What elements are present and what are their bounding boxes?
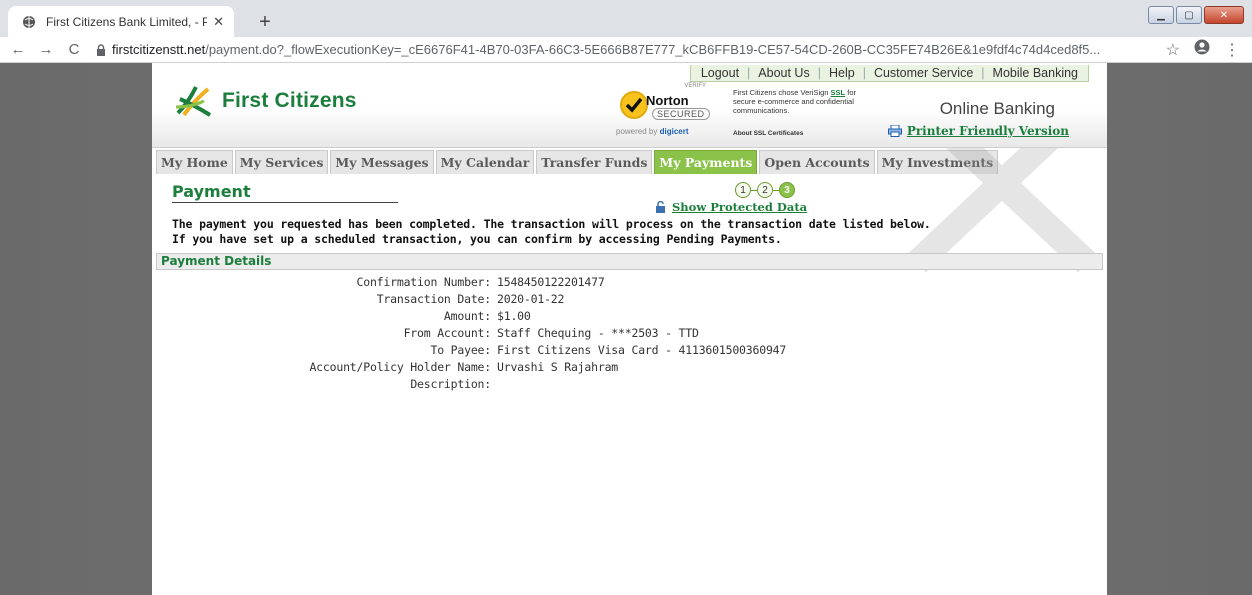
detail-row: To Payee: First Citizens Visa Card - 4113… [172, 341, 1087, 358]
bank-page: Logout | About Us | Help | Customer Serv… [152, 63, 1107, 595]
menu-item-transfer-funds[interactable]: Transfer Funds [536, 150, 653, 174]
menu-item-my-payments[interactable]: My Payments [654, 150, 758, 174]
url-path: /payment.do?_flowExecutionKey=_cE6676F41… [205, 42, 1101, 57]
step-3: 3 [779, 182, 795, 198]
ssl-text-prefix: First Citizens chose VeriSign [733, 88, 831, 97]
menu-item-my-investments[interactable]: My Investments [876, 150, 999, 174]
detail-value: Urvashi S Rajahram [497, 359, 619, 374]
show-protected-data-text: Show Protected Data [672, 200, 808, 214]
ssl-notice: First Citizens chose VeriSign SSL for se… [733, 88, 873, 115]
menu-item-my-calendar[interactable]: My Calendar [435, 150, 535, 174]
detail-value: 2020-01-22 [497, 291, 565, 306]
message-line-1: The payment you requested has been compl… [172, 217, 931, 231]
detail-row: Confirmation Number: 1548450122201477 [172, 273, 1087, 290]
browser-navbar: ← → C firstcitizenstt.net/payment.do?_fl… [0, 37, 1252, 63]
address-bar[interactable]: firstcitizenstt.net/payment.do?_flowExec… [94, 39, 1166, 61]
norton-secured: SECURED [652, 108, 710, 120]
tab-title: First Citizens Bank Limited, - Pay [46, 14, 208, 29]
message-line-2: If you have set up a scheduled transacti… [172, 232, 782, 246]
norton-powered-by: powered by digicert [616, 127, 689, 136]
close-window-button[interactable]: ✕ [1204, 6, 1244, 24]
lock-icon[interactable] [94, 43, 108, 56]
profile-icon[interactable] [1194, 39, 1210, 60]
about-us-link[interactable]: About Us [758, 66, 809, 80]
browser-menu-icon[interactable]: ⋮ [1224, 40, 1240, 60]
detail-label: From Account: [403, 325, 492, 340]
main-menu: My Home My Services My Messages My Calendar… [152, 148, 1107, 174]
digicert-text: digicert [659, 127, 689, 136]
norton-check-icon [620, 91, 648, 119]
detail-row: Transaction Date: 2020-01-22 [172, 290, 1087, 307]
page-title: Payment [172, 182, 398, 203]
step-indicator: 123 [735, 182, 795, 198]
detail-label: Description: [410, 376, 491, 391]
tab-close-icon[interactable]: ✕ [213, 14, 224, 30]
about-ssl-link[interactable]: About SSL Certificates [733, 130, 803, 137]
norton-verify-text: VERIFY [684, 83, 706, 89]
powered-by-text: powered by [616, 127, 660, 136]
page-viewport: Logout | About Us | Help | Customer Serv… [0, 63, 1252, 595]
norton-name: Norton [646, 93, 689, 108]
url-domain: firstcitizenstt.net [112, 42, 206, 57]
printer-icon [887, 125, 902, 137]
step-1: 1 [735, 182, 751, 198]
completion-message: The payment you requested has been compl… [172, 217, 1087, 247]
maximize-button[interactable]: ▢ [1176, 6, 1202, 24]
forward-button[interactable]: → [32, 41, 60, 58]
detail-label: To Payee: [430, 342, 491, 357]
help-link[interactable]: Help [829, 66, 855, 80]
detail-row: Account/Policy Holder Name: Urvashi S Raj… [172, 358, 1087, 375]
bank-logo[interactable]: First Citizens [174, 81, 357, 121]
online-banking-title: Online Banking [939, 99, 1055, 118]
printer-friendly-link[interactable]: Printer Friendly Version [887, 124, 1069, 138]
detail-row: Description: [172, 375, 1087, 392]
menu-item-my-home[interactable]: My Home [156, 150, 233, 174]
minimize-button[interactable]: ▁ [1148, 6, 1174, 24]
payment-details: Confirmation Number: 1548450122201477 Tran… [172, 273, 1087, 392]
detail-value: 1548450122201477 [497, 274, 605, 289]
detail-label: Confirmation Number: [356, 274, 492, 289]
bookmark-star-icon[interactable]: ☆ [1166, 40, 1180, 60]
detail-label: Amount: [443, 308, 491, 323]
detail-row: From Account: Staff Chequing - ***2503 - … [172, 324, 1087, 341]
payment-content: Payment 123 Show Protected Data The paym… [152, 174, 1107, 392]
norton-seal[interactable]: VERIFY Norton SECURED powered by digicer… [612, 83, 720, 139]
step-2: 2 [757, 182, 773, 198]
mobile-banking-link[interactable]: Mobile Banking [993, 66, 1078, 80]
site-header: Logout | About Us | Help | Customer Serv… [152, 63, 1107, 148]
browser-tabbar: First Citizens Bank Limited, - Pay ✕ + ▁… [0, 0, 1252, 37]
logout-link[interactable]: Logout [701, 66, 739, 80]
ssl-link[interactable]: SSL [831, 88, 846, 97]
printer-friendly-text: Printer Friendly Version [906, 124, 1069, 138]
detail-value: $1.00 [497, 308, 531, 323]
detail-row: Amount: $1.00 [172, 307, 1087, 324]
show-protected-data-link[interactable]: Show Protected Data [655, 200, 807, 214]
first-citizens-logo-icon [175, 86, 212, 117]
menu-item-my-services[interactable]: My Services [234, 150, 329, 174]
top-links: Logout | About Us | Help | Customer Serv… [689, 65, 1089, 82]
back-button[interactable]: ← [4, 41, 32, 58]
browser-tab[interactable]: First Citizens Bank Limited, - Pay ✕ [8, 6, 234, 37]
globe-icon [22, 15, 36, 29]
unlock-icon [656, 201, 665, 213]
new-tab-button[interactable]: + [252, 9, 278, 35]
detail-value: First Citizens Visa Card - 4113601500360… [497, 342, 787, 357]
detail-label: Account/Policy Holder Name: [309, 359, 491, 374]
reload-button[interactable]: C [60, 41, 88, 58]
detail-label: Transaction Date: [376, 291, 492, 306]
logo-text: First Citizens [222, 89, 357, 112]
menu-item-open-accounts[interactable]: Open Accounts [759, 150, 875, 174]
window-controls: ▁ ▢ ✕ [1148, 6, 1244, 24]
url-text[interactable]: firstcitizenstt.net/payment.do?_flowExec… [112, 42, 1132, 57]
customer-service-link[interactable]: Customer Service [874, 66, 973, 80]
menu-item-my-messages[interactable]: My Messages [330, 150, 434, 174]
detail-value: Staff Chequing - ***2503 - TTD [497, 325, 699, 340]
payment-details-header: Payment Details [156, 253, 1103, 270]
